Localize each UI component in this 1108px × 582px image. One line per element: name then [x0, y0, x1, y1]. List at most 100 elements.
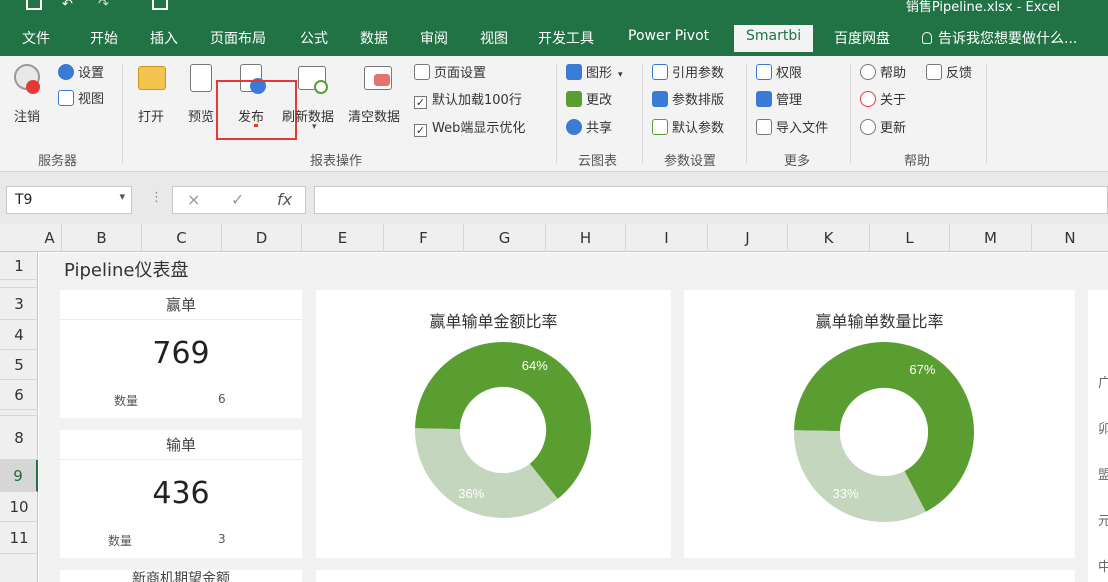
- tell-me-search[interactable]: 告诉我您想要做什么...: [922, 28, 1077, 48]
- share-button[interactable]: 共享: [566, 117, 612, 136]
- logout-button[interactable]: 注销: [10, 62, 50, 125]
- tab-data[interactable]: 数据: [360, 28, 388, 48]
- feedback-icon: [926, 64, 942, 80]
- row-header[interactable]: 11: [0, 522, 38, 554]
- help-label: 帮助: [880, 66, 907, 81]
- column-header[interactable]: C: [142, 224, 222, 252]
- tab-view[interactable]: 视图: [480, 28, 508, 48]
- column-header[interactable]: B: [62, 224, 142, 252]
- column-header[interactable]: N: [1032, 224, 1108, 252]
- clear-data-button[interactable]: 清空数据: [346, 62, 408, 125]
- row-header[interactable]: 6: [0, 380, 38, 410]
- about-button[interactable]: 关于: [860, 89, 906, 108]
- formula-input[interactable]: [314, 186, 1108, 214]
- column-header[interactable]: D: [222, 224, 302, 252]
- feedback-button[interactable]: 反馈: [926, 62, 972, 81]
- manage-button[interactable]: 管理: [756, 89, 802, 108]
- column-header[interactable]: H: [546, 224, 626, 252]
- column-header[interactable]: L: [870, 224, 950, 252]
- change-button[interactable]: 更改: [566, 89, 612, 108]
- column-header[interactable]: A: [38, 224, 62, 252]
- tab-review[interactable]: 审阅: [420, 28, 448, 48]
- column-header[interactable]: G: [464, 224, 546, 252]
- new-opportunity-title: 新商机期望金额: [132, 571, 230, 582]
- lightbulb-icon: [922, 32, 932, 44]
- default-load-label: 默认加载100行: [432, 93, 522, 108]
- won-card: 赢单 769 数量 6: [60, 290, 302, 418]
- default-params-button[interactable]: 默认参数: [652, 117, 724, 136]
- redo-icon[interactable]: ↷: [98, 0, 114, 14]
- refresh-data-label: 刷新数据: [282, 110, 335, 125]
- params-layout-button[interactable]: 参数排版: [652, 89, 724, 108]
- cite-params-label: 引用参数: [672, 66, 725, 81]
- eye-icon: [58, 90, 74, 106]
- folder-icon: [138, 66, 166, 90]
- tab-baidu-netdisk[interactable]: 百度网盘: [834, 28, 890, 48]
- lost-card-title: 输单: [60, 430, 302, 460]
- row-header-selected[interactable]: 9: [0, 460, 38, 492]
- column-header[interactable]: F: [384, 224, 464, 252]
- refresh-data-button[interactable]: 刷新数据 ▾: [282, 62, 344, 142]
- row-header[interactable]: 5: [0, 350, 38, 380]
- window-title: 销售Pipeline.xlsx - Excel: [905, 0, 1060, 15]
- undo-icon[interactable]: ↶: [62, 0, 78, 14]
- page-setup-button[interactable]: 页面设置: [414, 62, 486, 81]
- column-header[interactable]: E: [302, 224, 384, 252]
- chevron-down-icon[interactable]: ▾: [312, 122, 317, 132]
- column-header[interactable]: M: [950, 224, 1032, 252]
- view-button[interactable]: 视图: [58, 88, 104, 107]
- row-header[interactable]: 4: [0, 320, 38, 350]
- cite-params-button[interactable]: 引用参数: [652, 62, 724, 81]
- screenshot-icon[interactable]: [152, 0, 168, 10]
- share-label: 共享: [586, 121, 613, 136]
- row-header-hidden[interactable]: [0, 280, 38, 288]
- group-cloud-label: 云图表: [578, 154, 618, 169]
- group-params-label: 参数设置: [664, 154, 717, 169]
- tab-file[interactable]: 文件: [22, 28, 50, 48]
- help-button[interactable]: 帮助: [860, 62, 906, 81]
- web-display-opt-checkbox[interactable]: ✓ Web端显示优化: [414, 117, 525, 137]
- formula-bar-resize-handle[interactable]: ⋮: [150, 190, 163, 205]
- enter-icon[interactable]: ✓: [231, 190, 244, 209]
- amount-ratio-chart: 赢单输单金额比率 64% 36%: [316, 290, 671, 558]
- group-separator: [850, 64, 851, 164]
- tab-power-pivot[interactable]: Power Pivot: [628, 28, 709, 44]
- tab-home[interactable]: 开始: [90, 28, 118, 48]
- row-header[interactable]: 1: [0, 252, 38, 280]
- group-server-label: 服务器: [38, 154, 78, 169]
- import-file-button[interactable]: 导入文件: [756, 117, 828, 136]
- update-button[interactable]: 更新: [860, 117, 906, 136]
- tab-formulas[interactable]: 公式: [300, 28, 328, 48]
- row-header-partial[interactable]: [0, 554, 38, 581]
- cancel-icon[interactable]: ×: [187, 190, 200, 209]
- gear-icon: [58, 64, 74, 80]
- import-file-label: 导入文件: [776, 121, 829, 136]
- group-help-label: 帮助: [904, 154, 931, 169]
- permission-button[interactable]: 权限: [756, 62, 802, 81]
- chevron-down-icon: ▾: [119, 190, 125, 203]
- graph-button[interactable]: 图形 ▾: [566, 62, 623, 81]
- column-header[interactable]: I: [626, 224, 708, 252]
- column-headers: A B C D E F G H I J K L M N: [0, 224, 1108, 252]
- column-header[interactable]: K: [788, 224, 870, 252]
- row-header[interactable]: 10: [0, 492, 38, 522]
- tab-smartbi[interactable]: Smartbi: [734, 25, 814, 52]
- remove-icon: [26, 80, 40, 94]
- row-header[interactable]: 8: [0, 416, 38, 460]
- checkbox-checked-icon: ✓: [414, 96, 427, 109]
- tab-insert[interactable]: 插入: [150, 28, 178, 48]
- column-header[interactable]: J: [708, 224, 788, 252]
- open-button[interactable]: 打开: [134, 62, 172, 125]
- name-box[interactable]: T9 ▾: [6, 186, 132, 214]
- row-header[interactable]: 3: [0, 288, 38, 320]
- ribbon-body: 注销 设置 视图 服务器 打开 预览 发布 刷新数据 ▾ 清空数据 页面设置 ✓…: [0, 56, 1108, 172]
- insert-function-icon[interactable]: fx: [277, 190, 292, 209]
- info-icon: [860, 91, 876, 107]
- settings-button[interactable]: 设置: [58, 62, 104, 81]
- save-icon[interactable]: [26, 0, 42, 10]
- tab-page-layout[interactable]: 页面布局: [210, 28, 266, 48]
- tab-developer[interactable]: 开发工具: [538, 28, 594, 48]
- about-label: 关于: [880, 93, 907, 108]
- default-load-checkbox[interactable]: ✓ 默认加载100行: [414, 89, 522, 109]
- right-edge-label: 元: [1098, 514, 1108, 529]
